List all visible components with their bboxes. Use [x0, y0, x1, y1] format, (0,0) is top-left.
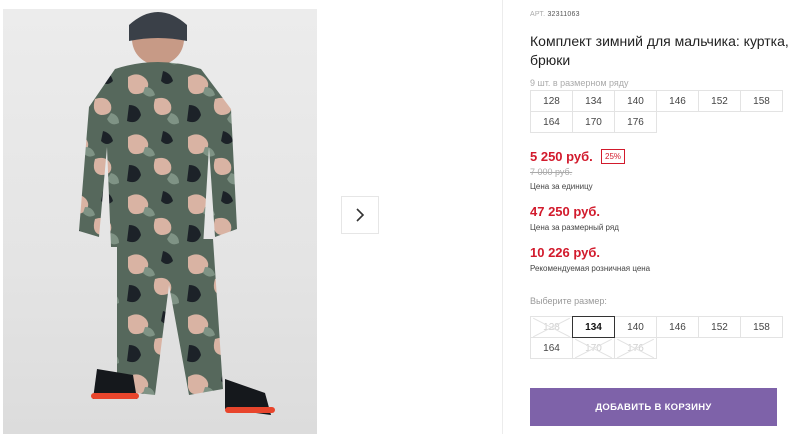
old-price: 7 000 руб. [530, 167, 573, 177]
unit-price: 5 250 руб. [530, 149, 593, 164]
size-option-152[interactable]: 152 [698, 316, 741, 338]
discount-badge: 25% [601, 149, 626, 164]
article-label: АРТ. [530, 11, 546, 18]
size-row-cell: 152 [698, 90, 741, 112]
row-price: 47 250 руб. [530, 204, 601, 219]
size-row-cell: 146 [656, 90, 699, 112]
article-number: АРТ. 32311063 [530, 11, 580, 18]
product-gallery [0, 0, 502, 434]
size-row-cell: 140 [614, 90, 657, 112]
size-row-cell: 158 [740, 90, 783, 112]
size-option-176: 176 [614, 337, 657, 359]
size-row-cell: 128 [530, 90, 573, 112]
size-option-146[interactable]: 146 [656, 316, 699, 338]
size-row-grid: 128 134 140 146 152 158 164 170 176 [530, 90, 783, 133]
size-row-cell: 164 [530, 111, 573, 133]
next-image-button[interactable] [341, 196, 379, 234]
choose-size-label: Выберите размер: [530, 296, 607, 306]
add-to-cart-button[interactable]: ДОБАВИТЬ В КОРЗИНУ [530, 388, 777, 426]
retail-price: 10 226 руб. [530, 245, 601, 260]
column-divider [502, 0, 503, 434]
product-photo [3, 9, 317, 434]
size-row-cell: 134 [572, 90, 615, 112]
size-option-134[interactable]: 134 [572, 316, 615, 338]
chevron-right-icon [356, 208, 365, 222]
size-row-cell: 170 [572, 111, 615, 133]
size-option-164[interactable]: 164 [530, 337, 573, 359]
unit-price-caption: Цена за единицу [530, 182, 593, 191]
size-option-170: 170 [572, 337, 615, 359]
size-option-140[interactable]: 140 [614, 316, 657, 338]
retail-price-caption: Рекомендуемая розничная цена [530, 264, 651, 273]
product-title: Комплект зимний для мальчика: куртка, бр… [530, 33, 789, 68]
product-photo-illustration [79, 12, 275, 415]
size-row-note: 9 шт. в размерном ряду [530, 78, 629, 88]
size-option-128: 128 [530, 316, 573, 338]
row-price-caption: Цена за размерный ряд [530, 223, 619, 232]
article-value: 32311063 [547, 11, 580, 18]
size-select-grid: 128 134 140 146 152 158 164 170 176 [530, 316, 783, 359]
size-option-158[interactable]: 158 [740, 316, 783, 338]
size-row-cell: 176 [614, 111, 657, 133]
